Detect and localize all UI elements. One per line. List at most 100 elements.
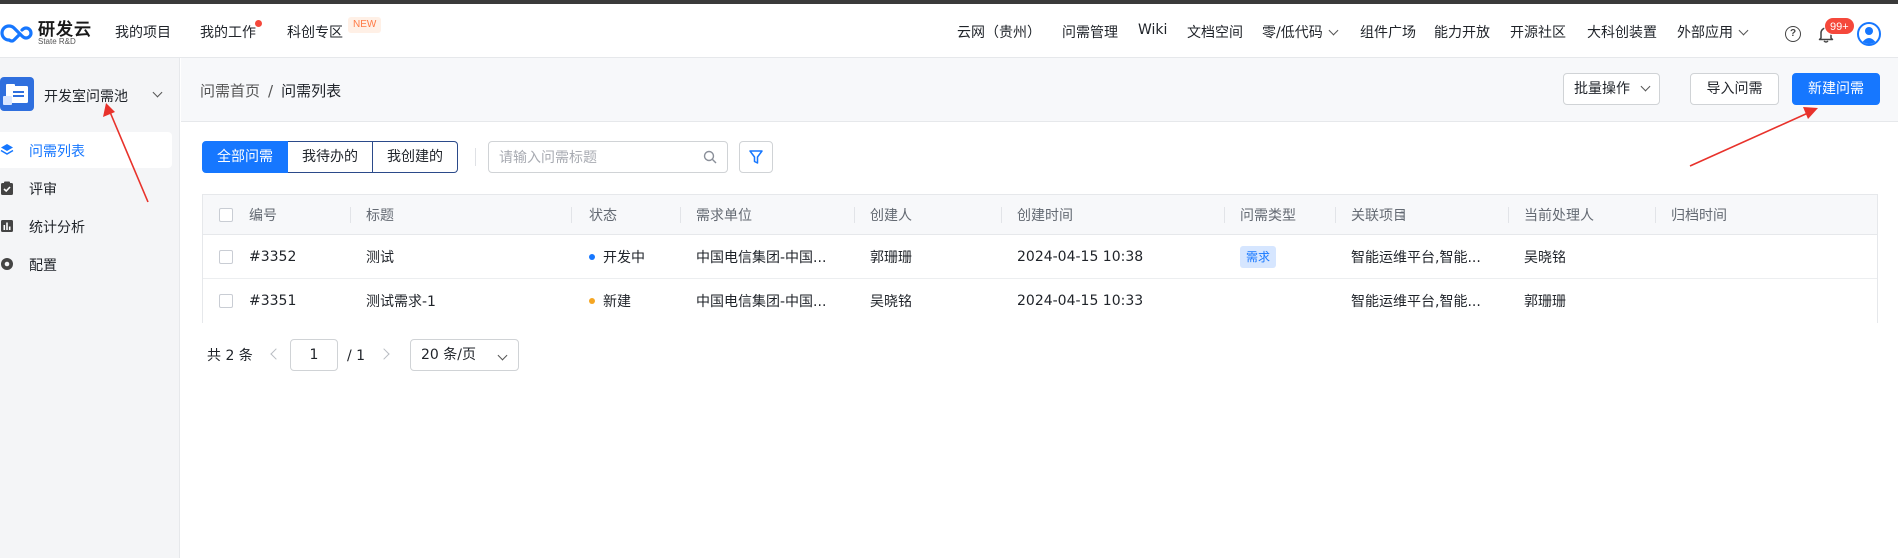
divider: [475, 148, 476, 166]
batch-operation-label: 批量操作: [1574, 81, 1630, 97]
demand-table: 编号 标题 状态 需求单位 创建人 创建时间 问需类型 关联项目 当前处理人 归…: [202, 194, 1878, 323]
cell-handler: 郭珊珊: [1524, 294, 1566, 310]
row-checkbox[interactable]: [219, 249, 233, 264]
column-divider: [854, 207, 855, 223]
column-header-id: 编号: [249, 207, 277, 224]
chevron-left-icon[interactable]: [270, 348, 282, 360]
column-header-unit: 需求单位: [696, 207, 752, 224]
select-all-checkbox[interactable]: [219, 207, 233, 222]
column-header-handler: 当前处理人: [1524, 207, 1594, 224]
sidebar-item-label: 配置: [29, 258, 57, 274]
chevron-down-icon: [1328, 25, 1339, 36]
search-icon[interactable]: [703, 150, 717, 164]
column-divider: [1655, 207, 1656, 223]
sidebar-item-label: 统计分析: [29, 220, 85, 236]
nav-doc-space[interactable]: 文档空间: [1187, 22, 1243, 42]
sidebar-item-review[interactable]: 评审: [0, 170, 172, 206]
nav-cloud-guizhou[interactable]: 云网（贵州）: [957, 22, 1041, 42]
tab-my-created[interactable]: 我创建的: [373, 141, 458, 173]
settings-icon: [1, 258, 13, 270]
nav-demand-management[interactable]: 问需管理: [1062, 22, 1118, 42]
clipboard-check-icon: [1, 181, 13, 195]
table-row[interactable]: #3352 测试 开发中 中国电信集团-中国... 郭珊珊 2024-04-15…: [203, 235, 1877, 279]
total-count: 共 2 条: [207, 348, 253, 364]
breadcrumb-current: 问需列表: [281, 82, 342, 100]
nav-innovation-zone[interactable]: 科创专区: [287, 22, 343, 42]
breadcrumb-home[interactable]: 问需首页: [200, 82, 260, 100]
logo[interactable]: 研发云 State R&D: [0, 13, 95, 49]
row-checkbox[interactable]: [219, 294, 233, 308]
new-tag: NEW: [348, 17, 382, 33]
nav-my-work[interactable]: 我的工作: [200, 22, 256, 42]
create-demand-button[interactable]: 新建问需: [1792, 73, 1880, 105]
logo-subtitle: State R&D: [38, 37, 76, 46]
view-tabs: 全部问需 我待办的 我创建的: [202, 141, 458, 173]
filter-icon: [749, 150, 763, 164]
column-divider: [1508, 207, 1509, 223]
column-header-archived: 归档时间: [1671, 207, 1727, 224]
filter-button[interactable]: [739, 141, 773, 173]
column-header-project: 关联项目: [1351, 207, 1407, 224]
column-divider: [571, 207, 572, 223]
nav-wiki[interactable]: Wiki: [1138, 22, 1167, 38]
column-divider: [1001, 207, 1002, 223]
table-row[interactable]: #3351 测试需求-1 新建 中国电信集团-中国... 吴晓铭 2024-04…: [203, 279, 1877, 323]
nav-external-apps-label: 外部应用: [1677, 25, 1733, 41]
help-icon[interactable]: ?: [1785, 26, 1801, 42]
tab-my-todo[interactable]: 我待办的: [288, 141, 373, 173]
cell-handler: 吴晓铭: [1524, 249, 1566, 266]
search-input[interactable]: [499, 148, 689, 168]
nav-low-code[interactable]: 零/低代码: [1262, 22, 1339, 42]
page-size-value: 20 条/页: [421, 347, 476, 363]
nav-innovation-device[interactable]: 大科创装置: [1587, 22, 1657, 42]
nav-component-plaza[interactable]: 组件广场: [1360, 22, 1416, 42]
cell-id[interactable]: #3352: [249, 235, 296, 278]
column-header-created-time: 创建时间: [1017, 207, 1073, 224]
status-dot: [589, 253, 595, 260]
tab-all-demands[interactable]: 全部问需: [202, 141, 288, 173]
bar-chart-icon: [1, 220, 13, 232]
cell-title[interactable]: 测试: [366, 235, 394, 278]
nav-open-capability[interactable]: 能力开放: [1434, 22, 1490, 42]
status-text: 新建: [603, 294, 631, 310]
cloud-logo-icon: [0, 24, 33, 43]
column-header-title: 标题: [366, 207, 394, 224]
import-demand-button[interactable]: 导入问需: [1690, 73, 1779, 105]
user-avatar[interactable]: [1857, 22, 1881, 46]
cell-status: 新建: [589, 279, 631, 323]
top-navigation-bar: 研发云 State R&D 我的项目 我的工作 科创专区 NEW 云网（贵州） …: [0, 4, 1898, 58]
cell-creator: 郭珊珊: [870, 249, 912, 266]
sidebar-item-label: 问需列表: [29, 144, 85, 160]
type-tag: 需求: [1240, 245, 1277, 268]
nav-external-apps[interactable]: 外部应用: [1677, 22, 1749, 42]
total-pages: / 1: [347, 348, 366, 364]
column-divider: [1224, 207, 1225, 223]
chevron-down-icon: [497, 350, 508, 361]
status-text: 开发中: [603, 249, 645, 266]
sidebar-item-settings[interactable]: 配置: [0, 246, 172, 282]
nav-open-source[interactable]: 开源社区: [1510, 22, 1566, 42]
breadcrumb: 问需首页 / 问需列表: [200, 80, 341, 101]
search-box[interactable]: [488, 141, 728, 173]
sidebar-item-label: 评审: [29, 182, 57, 198]
cell-created-time: 2024-04-15 10:38: [1017, 248, 1144, 265]
cell-title[interactable]: 测试需求-1: [366, 279, 436, 323]
chevron-down-icon: [1640, 81, 1651, 92]
nav-my-projects[interactable]: 我的项目: [115, 22, 171, 42]
page-size-select[interactable]: 20 条/页: [410, 339, 519, 371]
layers-icon: [0, 144, 14, 155]
sidebar-item-demand-list[interactable]: 问需列表: [0, 132, 172, 168]
sidebar-header[interactable]: 开发室问需池: [0, 77, 180, 113]
column-header-type: 问需类型: [1240, 207, 1296, 224]
chevron-down-icon[interactable]: [152, 87, 163, 98]
cell-id[interactable]: #3351: [249, 279, 296, 323]
sidebar-item-statistics[interactable]: 统计分析: [0, 208, 172, 244]
column-divider: [350, 207, 351, 223]
folder-icon: [0, 77, 34, 111]
table-header: 编号 标题 状态 需求单位 创建人 创建时间 问需类型 关联项目 当前处理人 归…: [203, 195, 1877, 235]
page-number-input[interactable]: 1: [290, 339, 338, 371]
batch-operation-button[interactable]: 批量操作: [1563, 73, 1660, 105]
status-dot: [589, 298, 595, 304]
user-icon: [1861, 27, 1877, 44]
chevron-right-icon[interactable]: [378, 348, 390, 360]
